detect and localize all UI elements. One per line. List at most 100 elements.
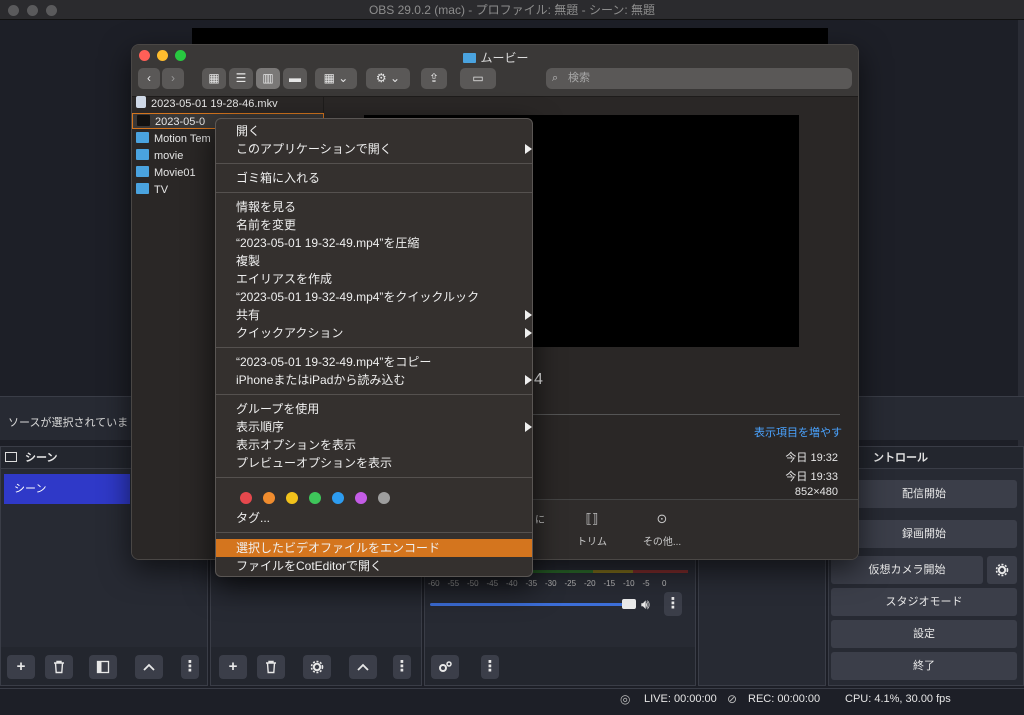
zoom-window-button[interactable]: [46, 5, 57, 16]
menu-quick-look[interactable]: “2023-05-01 19-32-49.mp4”をクイックルック: [236, 288, 479, 306]
exit-button[interactable]: 終了: [831, 652, 1017, 680]
icon-view-button[interactable]: ▦: [202, 68, 226, 89]
menu-copy[interactable]: “2023-05-01 19-32-49.mp4”をコピー: [236, 353, 431, 371]
menu-import-from-iphone[interactable]: iPhoneまたはiPadから読み込む: [236, 371, 532, 389]
chevron-up-icon: [143, 663, 155, 671]
menu-quick-actions[interactable]: クイックアクション: [236, 324, 532, 342]
menu-show-preview-options[interactable]: プレビューオプションを表示: [236, 454, 392, 472]
folder-icon: [463, 53, 477, 63]
gear-icon: [995, 563, 1009, 577]
folder-item[interactable]: TV: [136, 182, 168, 198]
add-source-button[interactable]: +: [219, 655, 247, 679]
menu-open[interactable]: 開く: [236, 122, 260, 140]
virtual-camera-settings-button[interactable]: [987, 556, 1017, 584]
menu-sort-by[interactable]: 表示順序: [236, 418, 532, 436]
share-button[interactable]: ⇪: [421, 68, 447, 89]
meter-tick-label: 0: [662, 579, 667, 588]
menu-move-to-trash[interactable]: ゴミ箱に入れる: [236, 169, 320, 187]
search-field[interactable]: ⌕ 検索: [546, 68, 852, 89]
menu-rename[interactable]: 名前を変更: [236, 216, 296, 234]
gallery-view-button[interactable]: ▬: [283, 68, 307, 89]
start-virtual-camera-button[interactable]: 仮想カメラ開始: [831, 556, 983, 584]
forward-button[interactable]: ›: [162, 68, 184, 89]
column-view-button[interactable]: ▥: [256, 68, 280, 89]
volume-slider-handle[interactable]: [622, 599, 636, 609]
source-properties-button[interactable]: [303, 655, 331, 679]
file-name: 2023-05-01 19-28-46.mkv: [151, 98, 278, 110]
gear-icon: [310, 660, 324, 674]
minimize-window-button[interactable]: [27, 5, 38, 16]
tag-button[interactable]: ▭: [460, 68, 496, 89]
folder-name: movie: [154, 150, 184, 162]
scene-filters-button[interactable]: [89, 655, 117, 679]
volume-slider[interactable]: [430, 603, 630, 606]
list-view-button[interactable]: ☰: [229, 68, 253, 89]
trim-icon: ⟦⟧: [585, 511, 599, 526]
context-menu: 開く このアプリケーションで開く ゴミ箱に入れる 情報を見る 名前を変更 “20…: [215, 118, 533, 577]
menu-get-info[interactable]: 情報を見る: [236, 198, 296, 216]
settings-button[interactable]: 設定: [831, 620, 1017, 648]
action-menu-button[interactable]: ⚙ ⌄: [366, 68, 410, 89]
more-actions[interactable]: ⊙ その他...: [637, 511, 687, 548]
menu-share[interactable]: 共有: [236, 306, 532, 324]
meter-tick-label: -20: [584, 579, 596, 588]
meter-tick-label: -15: [603, 579, 616, 588]
tag-color-dot[interactable]: [240, 492, 252, 504]
scene-more-button[interactable]: ⋮: [181, 655, 199, 679]
menu-open-in-coteditor[interactable]: ファイルをCotEditorで開く: [236, 557, 382, 575]
scenes-header-label: シーン: [25, 452, 58, 464]
trash-icon: [266, 660, 276, 674]
close-window-button[interactable]: [8, 5, 19, 16]
trim-action[interactable]: ⟦⟧ トリム: [572, 511, 612, 548]
tag-color-dot[interactable]: [309, 492, 321, 504]
remove-source-button[interactable]: [257, 655, 285, 679]
move-source-up-button[interactable]: [349, 655, 377, 679]
menu-separator: [216, 394, 532, 395]
menu-label: iPhoneまたはiPadから読み込む: [236, 373, 406, 387]
meter-tick-label: -25: [564, 579, 577, 588]
studio-mode-button[interactable]: スタジオモード: [831, 588, 1017, 616]
tag-color-dot[interactable]: [355, 492, 367, 504]
move-scene-up-button[interactable]: [135, 655, 163, 679]
quick-action-partial[interactable]: に: [530, 511, 550, 526]
speaker-icon[interactable]: 🔊︎: [641, 596, 650, 613]
menu-open-with[interactable]: このアプリケーションで開く: [236, 140, 532, 158]
back-button[interactable]: ‹: [138, 68, 160, 89]
audio-source-more-button[interactable]: ⋮: [664, 592, 682, 616]
preview-filename-partial: 4: [534, 371, 543, 388]
video-thumbnail-icon: [137, 115, 150, 126]
menu-tags[interactable]: タグ...: [236, 509, 270, 527]
scene-list-item[interactable]: シーン: [4, 474, 130, 504]
mixer-settings-button[interactable]: [431, 655, 459, 679]
file-item-mkv[interactable]: 2023-05-01 19-28-46.mkv: [136, 96, 278, 112]
show-more-link[interactable]: 表示項目を増やす: [754, 424, 842, 440]
menu-show-view-options[interactable]: 表示オプションを表示: [236, 436, 356, 454]
mixer-more-button[interactable]: ⋮: [481, 655, 499, 679]
menu-duplicate[interactable]: 複製: [236, 252, 260, 270]
tag-color-dot[interactable]: [378, 492, 390, 504]
menu-encode-video[interactable]: 選択したビデオファイルをエンコード: [236, 539, 440, 557]
filter-icon: [96, 660, 110, 674]
obs-window-title: OBS 29.0.2 (mac) - プロファイル: 無題 - シーン: 無題: [368, 3, 656, 17]
menu-make-alias[interactable]: エイリアスを作成: [236, 270, 332, 288]
trash-icon: [54, 660, 64, 674]
folder-item[interactable]: Motion Tem: [136, 131, 211, 147]
mixer-toolbar: ⋮: [425, 647, 695, 685]
group-button[interactable]: ▦ ⌄: [315, 68, 357, 89]
remove-scene-button[interactable]: [45, 655, 73, 679]
add-scene-button[interactable]: +: [7, 655, 35, 679]
tag-color-dot[interactable]: [263, 492, 275, 504]
menu-use-groups[interactable]: グループを使用: [236, 400, 319, 418]
folder-item[interactable]: Movie01: [136, 165, 196, 181]
rec-status: REC: 00:00:00: [748, 693, 821, 705]
menu-compress[interactable]: “2023-05-01 19-32-49.mp4”を圧縮: [236, 234, 419, 252]
chevron-up-icon: [357, 663, 369, 671]
submenu-arrow-icon: [525, 422, 532, 432]
meter-tick-label: -60: [428, 579, 440, 588]
live-status: LIVE: 00:00:00: [644, 693, 717, 705]
source-more-button[interactable]: ⋮: [393, 655, 411, 679]
tag-color-dot[interactable]: [332, 492, 344, 504]
tag-color-dot[interactable]: [286, 492, 298, 504]
divider: [532, 414, 840, 415]
folder-item[interactable]: movie: [136, 148, 183, 164]
